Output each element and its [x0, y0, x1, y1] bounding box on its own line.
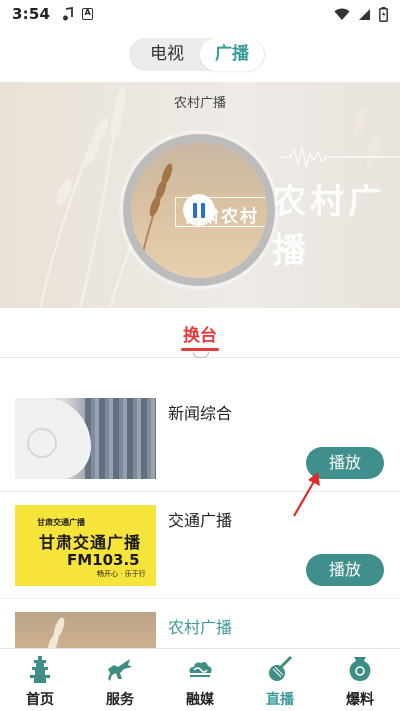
tab-tv[interactable]: 电视: [135, 38, 199, 71]
thumb-frequency: FM103.5: [67, 551, 140, 569]
tab-radio[interactable]: 广播: [200, 38, 264, 71]
thumb-tagline: 畅开心 · 乐于行: [97, 570, 146, 578]
battery-icon: [379, 6, 388, 22]
status-bar: 3:54 A: [0, 0, 400, 28]
now-playing-banner: 农村广播 农村广播 甘肃农村: [0, 82, 400, 308]
channel-name: 农村广播: [168, 618, 233, 637]
cloud-icon: [189, 662, 212, 677]
switch-channel-tab: 换台: [0, 308, 400, 358]
nav-label: 爆料: [346, 692, 374, 708]
nav-media[interactable]: 融媒: [160, 649, 240, 711]
vase-icon: [349, 657, 371, 681]
bottom-navigation: 首页 服务 融媒 直播 爆料: [0, 648, 400, 711]
list-item[interactable]: 甘肃交通广播 甘肃交通广播 FM103.5 畅开心 · 乐于行 交通广播 播放: [0, 492, 400, 599]
tv-radio-toggle: 电视 广播: [129, 38, 265, 71]
nav-label: 首页: [26, 692, 54, 708]
music-note-icon: [63, 7, 74, 21]
nav-service[interactable]: 服务: [80, 649, 160, 711]
status-time: 3:54: [12, 5, 51, 23]
nav-label: 融媒: [186, 692, 214, 708]
play-button[interactable]: 播放: [306, 554, 384, 586]
list-item[interactable]: 新闻综合 播放: [0, 385, 400, 492]
pause-icon: [193, 203, 197, 218]
nav-label: 服务: [106, 692, 134, 708]
wifi-icon: [334, 8, 350, 20]
system-icons: [334, 6, 388, 22]
album-disc: 甘肃农村: [123, 134, 275, 286]
nav-live[interactable]: 直播: [240, 649, 320, 711]
pause-button[interactable]: [183, 194, 215, 226]
pipa-icon: [269, 655, 293, 681]
channel-name: 交通广播: [168, 511, 233, 530]
horse-icon: [108, 659, 132, 681]
waveform-decoration: [280, 146, 400, 168]
notification-icons: A: [62, 7, 94, 21]
nav-label: 直播: [266, 692, 294, 708]
switch-channel-label[interactable]: 换台: [0, 321, 400, 346]
arrow-annotation-icon: [293, 472, 320, 517]
channel-thumbnail: [15, 398, 156, 479]
nav-home[interactable]: 首页: [0, 649, 80, 711]
nav-report[interactable]: 爆料: [320, 649, 400, 711]
channel-thumbnail: 甘肃交通广播 甘肃交通广播 FM103.5 畅开心 · 乐于行: [15, 505, 156, 586]
thumb-title: 甘肃交通广播: [39, 533, 142, 552]
thumb-top-text: 甘肃交通广播: [37, 518, 85, 527]
tab-ornament: [193, 352, 209, 358]
banner-background-title: 农村广播: [272, 182, 386, 271]
signal-icon: [359, 8, 370, 20]
channel-name: 新闻综合: [168, 404, 233, 423]
tab-underline: [181, 348, 219, 351]
a-box-icon: A: [82, 8, 94, 20]
station-title: 农村广播: [173, 96, 226, 111]
pagoda-icon: [30, 656, 50, 683]
